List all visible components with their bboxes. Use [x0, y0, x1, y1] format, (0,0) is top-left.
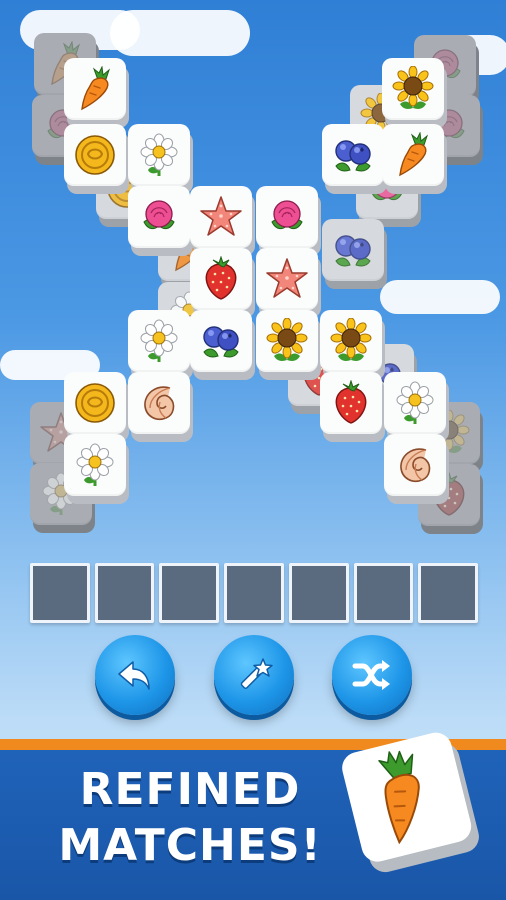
tile-sunflower[interactable]	[320, 310, 386, 380]
tile-blueberry[interactable]	[190, 310, 256, 380]
match-slot	[30, 563, 90, 623]
match-slot	[224, 563, 284, 623]
blueberry-icon	[190, 310, 252, 372]
match-slot	[159, 563, 220, 623]
tile-blueberry	[322, 219, 388, 289]
match-slot-bar	[30, 563, 479, 623]
daisy-icon	[64, 434, 126, 496]
strawberry-icon	[320, 372, 382, 434]
tile-carrot[interactable]	[382, 124, 448, 194]
tile-coin[interactable]	[64, 124, 130, 194]
sunflower-icon	[256, 310, 318, 372]
undo-button[interactable]	[95, 635, 175, 715]
tile-shell[interactable]	[128, 372, 194, 442]
shell-icon	[128, 372, 190, 434]
tile-blueberry[interactable]	[322, 124, 388, 194]
blueberry-icon	[322, 124, 384, 186]
tile-daisy[interactable]	[64, 434, 130, 504]
tile-daisy[interactable]	[128, 124, 194, 194]
coin-icon	[64, 124, 126, 186]
tile-starfish[interactable]	[256, 248, 322, 318]
strawberry-icon	[190, 248, 252, 310]
daisy-icon	[384, 372, 446, 434]
carrot-icon	[64, 58, 126, 120]
shuffle-button[interactable]	[332, 635, 412, 715]
tile-daisy[interactable]	[128, 310, 194, 380]
tile-carrot[interactable]	[64, 58, 130, 128]
shuffle-icon	[352, 660, 390, 690]
undo-arrow-icon	[118, 661, 150, 690]
shell-icon	[384, 434, 446, 496]
magic-wand-button[interactable]	[214, 635, 294, 715]
tile-rose[interactable]	[256, 186, 322, 256]
tile-coin[interactable]	[64, 372, 130, 442]
sunflower-icon	[382, 58, 444, 120]
rose-icon	[256, 186, 318, 248]
headline-line-1: REFINED	[79, 764, 301, 815]
tile-strawberry[interactable]	[320, 372, 386, 442]
starfish-icon	[190, 186, 252, 248]
sunflower-icon	[320, 310, 382, 372]
tile-shell[interactable]	[384, 434, 450, 504]
match-slot	[418, 563, 479, 623]
carrot-icon	[382, 124, 444, 186]
banner-headline: REFINED MATCHES!	[40, 762, 340, 874]
tile-rose[interactable]	[128, 186, 194, 256]
tile-starfish[interactable]	[190, 186, 256, 256]
tile-board	[0, 0, 506, 540]
match-slot	[288, 563, 349, 623]
match-slot	[353, 563, 414, 623]
coin-icon	[64, 372, 126, 434]
tile-sunflower[interactable]	[256, 310, 322, 380]
headline-line-2: MATCHES!	[58, 820, 322, 871]
tile-daisy[interactable]	[384, 372, 450, 442]
magic-wand-icon	[240, 658, 273, 689]
daisy-icon	[128, 310, 190, 372]
tile-sunflower[interactable]	[382, 58, 448, 128]
rose-icon	[128, 186, 190, 248]
game-screen: REFINED MATCHES!	[0, 0, 506, 900]
blueberry-icon	[322, 219, 384, 281]
starfish-icon	[256, 248, 318, 310]
match-slot	[94, 563, 155, 623]
daisy-icon	[128, 124, 190, 186]
tile-strawberry[interactable]	[190, 248, 256, 318]
